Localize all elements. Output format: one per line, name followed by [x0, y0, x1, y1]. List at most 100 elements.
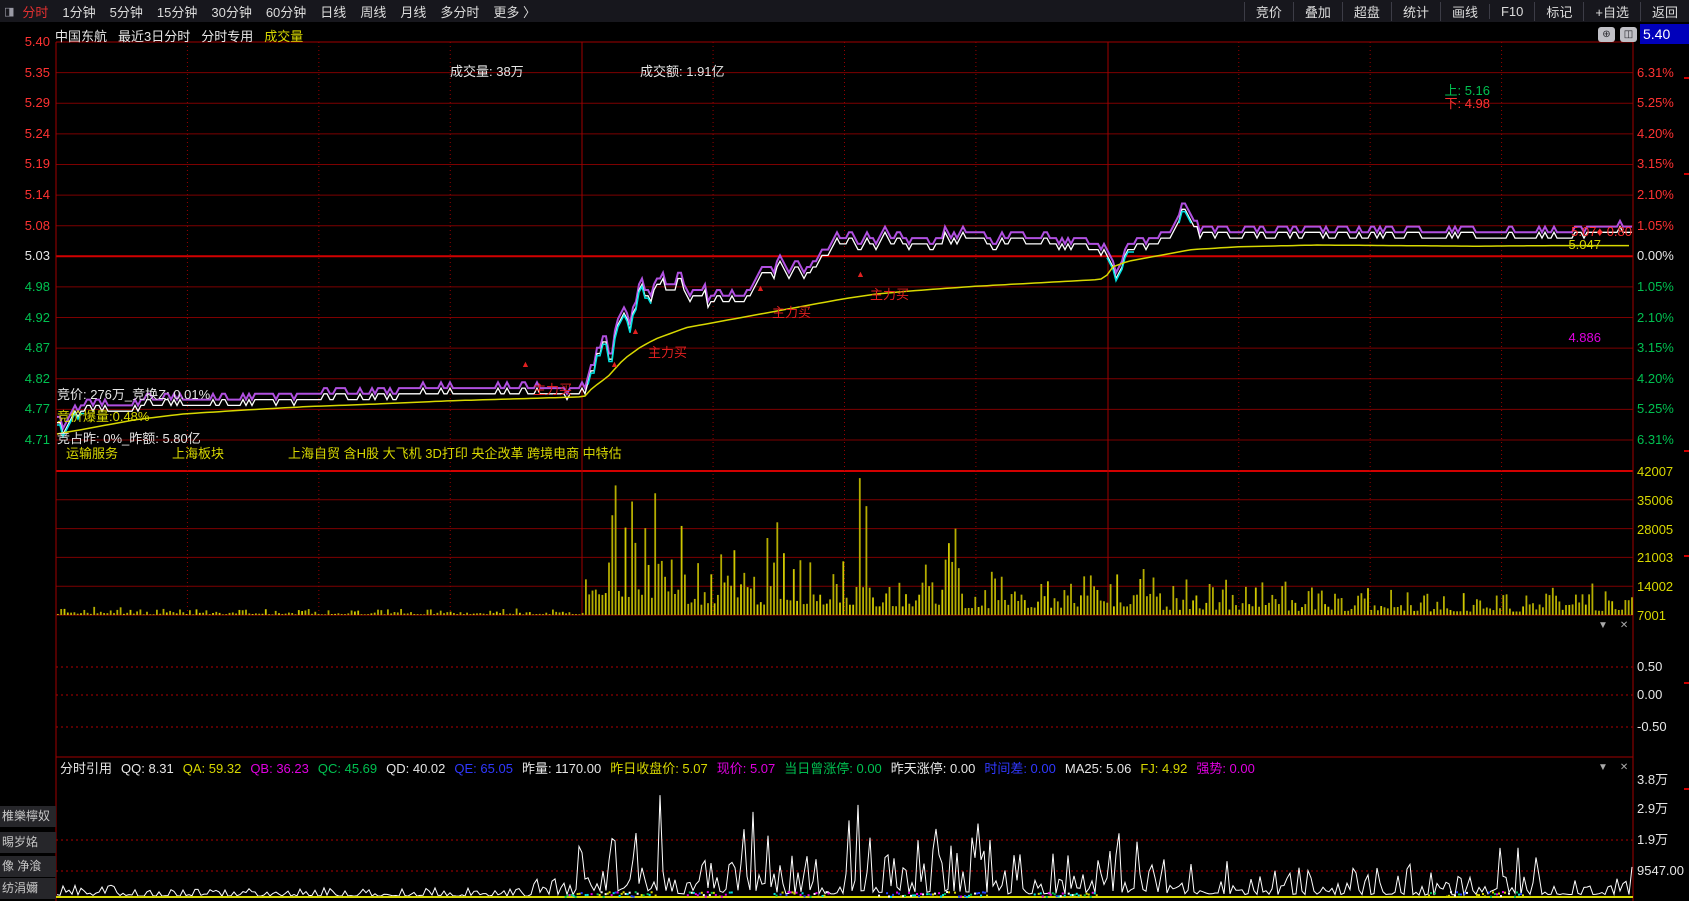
indicator-header-item-11: 昨天涨停: 0.00: [890, 761, 976, 776]
price-axis-label: 5.29: [24, 95, 50, 111]
topbar-menu-7[interactable]: +自选: [1583, 1, 1640, 21]
price-axis-label: 5.40: [24, 34, 50, 49]
topbar-menu-5[interactable]: F10: [1488, 3, 1534, 19]
edge-marker: [1684, 682, 1689, 684]
indicator-header-item-6: QE: 65.05: [454, 761, 513, 776]
indicator-header-row: 分时引用 QQ: 8.31 QA: 59.32 QB: 36.23 QC: 45.69 Q…: [60, 762, 1255, 776]
indicator-header-item-14: FJ: 4.92: [1140, 761, 1188, 776]
indicator-header-item-0: 分时引用: [60, 761, 113, 776]
mode-label: 分时专用: [201, 29, 254, 44]
price-axis-label: 5.19: [24, 156, 50, 172]
left-side-tab-0[interactable]: 椎樂檸奴: [0, 806, 56, 827]
bid-info-line1: 竞价: 276万_竞换Z: 0.01%: [57, 387, 211, 402]
topbar-tab-3[interactable]: 15分钟: [157, 2, 197, 21]
panel-toggle-icon[interactable]: ◨: [4, 5, 14, 18]
price-axis-label: 5.08: [24, 217, 50, 233]
price-axis-label: 4.98: [24, 278, 50, 294]
volume-overlay-label: 成交量: 38万: [450, 64, 524, 79]
cursor-price-box: 5.40: [1640, 24, 1689, 44]
indicator-header-item-5: QD: 40.02: [386, 761, 446, 776]
industry-tag[interactable]: 运输服务: [66, 447, 118, 461]
topbar-menu-6[interactable]: 标记: [1534, 1, 1583, 21]
topbar-menu-8[interactable]: 返回: [1639, 1, 1689, 21]
split-window-icon[interactable]: ◫: [1620, 27, 1637, 42]
view-label: 最近3日分时: [118, 29, 191, 44]
percent-axis-label: 3.15%: [1637, 340, 1674, 356]
price-axis-label: 4.71: [24, 431, 50, 447]
percent-axis-label: 1.05%: [1637, 278, 1674, 294]
topbar-menu-4[interactable]: 画线: [1439, 1, 1489, 21]
topbar-tab-1[interactable]: 1分钟: [62, 2, 95, 21]
pane3-close-icon[interactable]: ✕: [1620, 763, 1628, 773]
left-side-tab-1[interactable]: 晹岁姳椤?: [0, 832, 56, 853]
topbar-tab-0[interactable]: 分时: [22, 2, 48, 21]
pane2-axis-label: 0.50: [1637, 659, 1663, 674]
pane2-close-icon[interactable]: ✕: [1620, 621, 1628, 631]
buy-signal-arrow-icon: ▲: [856, 269, 865, 279]
pane3-axis-label: 3.8万: [1637, 772, 1669, 787]
pane3-axis-label: 1.9万: [1637, 832, 1669, 847]
title-bar: 中国东航 最近3日分时 分时专用 成交量: [55, 26, 303, 45]
indicator-label[interactable]: 成交量: [264, 26, 303, 45]
price-axis-label: 4.77: [24, 401, 50, 417]
indicator-header-item-4: QC: 45.69: [317, 761, 378, 776]
percent-axis-label: 6.31%: [1637, 431, 1674, 447]
topbar-tab-4[interactable]: 30分钟: [211, 2, 251, 21]
chart-stage: 中国东航 最近3日分时 分时专用 成交量 ⊕ ◫ 5.40 成交量: 38万 成…: [0, 22, 1689, 901]
price-axis-label: 4.82: [24, 370, 50, 386]
pane3-collapse-icon[interactable]: ▼: [1598, 763, 1608, 773]
buy-signal-arrow-icon: ▲: [610, 359, 619, 369]
buy-signal-arrow-icon: ▲: [756, 283, 765, 293]
pane2-axis-label: 0.00: [1637, 687, 1663, 702]
edge-marker: [1684, 788, 1689, 790]
percent-axis-label: 0.00%: [1637, 248, 1674, 264]
left-side-tab-3[interactable]: 纺涓嬭: [0, 878, 56, 899]
edge-marker: [1684, 77, 1689, 79]
topbar-tab-5[interactable]: 60分钟: [266, 2, 306, 21]
edge-marker: [1684, 173, 1689, 175]
main-force-buy-label: 主力买: [870, 287, 910, 302]
pane3-axis-label: 2.9万: [1637, 801, 1669, 816]
industry-tag[interactable]: 上海自贸 含H股 大飞机 3D打印 央企改革 跨境电商 中特估: [288, 447, 622, 461]
bid-info-line2: 竞价爆量:0.48%: [57, 409, 150, 424]
volume-axis-label: 28005: [1637, 521, 1674, 537]
topbar-tab-8[interactable]: 月线: [400, 2, 426, 21]
topbar-tab-2[interactable]: 5分钟: [110, 2, 143, 21]
topbar-menu-3[interactable]: 统计: [1390, 1, 1440, 21]
amount-overlay-label: 成交额: 1.91亿: [640, 64, 725, 79]
topbar-menu-1[interactable]: 叠加: [1292, 1, 1342, 21]
period-tabs: 分时 1分钟 5分钟 15分钟 30分钟 60分钟 日线 周线 月线 多分时 更多 〉: [22, 2, 536, 21]
volume-axis-label: 7001: [1637, 608, 1666, 623]
topbar-tab-9[interactable]: 多分时: [440, 2, 479, 21]
indicator-header-item-13: MA25: 5.06: [1064, 761, 1132, 776]
volume-axis-label: 35006: [1637, 492, 1674, 508]
industry-tag[interactable]: 上海板块: [172, 447, 224, 461]
right-menu: 竞价 叠加 超盘 统计 画线 F10 标记 +自选 返回: [1243, 0, 1689, 22]
zoom-window-icon[interactable]: ⊕: [1598, 27, 1615, 42]
price-axis-label: 5.14: [24, 187, 50, 203]
topbar-tab-6[interactable]: 日线: [320, 2, 346, 21]
indicator-header-item-1: QQ: 8.31: [121, 761, 174, 776]
volume-axis-label: 14002: [1637, 579, 1674, 595]
price-axis-label: 5.24: [24, 125, 50, 141]
band-lower-label: 下: 4.98: [1444, 96, 1490, 111]
percent-axis-label: 4.20%: [1637, 370, 1674, 386]
pane2-collapse-icon[interactable]: ▼: [1598, 621, 1608, 631]
topbar-tab-7[interactable]: 周线: [360, 2, 386, 21]
topbar-tab-10[interactable]: 更多 〉: [493, 2, 536, 21]
percent-axis-label: 5.25%: [1637, 95, 1674, 111]
avg-price-tag: 5.047: [1568, 237, 1601, 252]
indicator-header-item-10: 当日曾涨停: 0.00: [784, 761, 882, 776]
percent-axis-label: 3.15%: [1637, 156, 1674, 172]
volume-axis-label: 21003: [1637, 550, 1674, 566]
price-axis-label: 5.35: [24, 64, 50, 80]
buy-signal-arrow-icon: ▲: [631, 326, 640, 336]
indicator-header-item-15: 强势: 0.00: [1196, 761, 1255, 776]
topbar-menu-2[interactable]: 超盘: [1341, 1, 1391, 21]
topbar-menu-0[interactable]: 竞价: [1243, 1, 1293, 21]
price-axis-label: 5.03: [24, 248, 50, 264]
low-price-tag: 4.886: [1568, 330, 1601, 345]
left-side-tab-2[interactable]: 像 净湌: [0, 856, 56, 877]
buy-signal-arrow-icon: ▲: [521, 359, 530, 369]
price-axis-label: 4.92: [24, 309, 50, 325]
